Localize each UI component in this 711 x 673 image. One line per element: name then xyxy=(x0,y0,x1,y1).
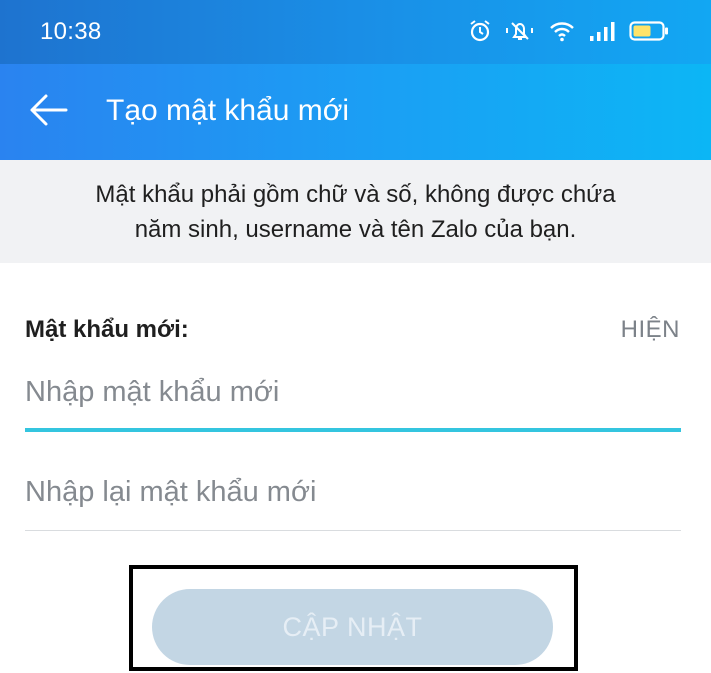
update-button[interactable]: CẬP NHẬT xyxy=(152,589,553,665)
new-password-input[interactable] xyxy=(25,370,681,414)
new-password-underline xyxy=(25,428,681,432)
battery-icon xyxy=(629,20,669,42)
status-time: 10:38 xyxy=(40,18,102,45)
confirm-password-input[interactable] xyxy=(25,470,681,514)
password-rules-banner: Mật khẩu phải gồm chữ và số, không được … xyxy=(0,160,711,263)
show-password-toggle[interactable]: HIỆN xyxy=(621,316,680,344)
app-bar: Tạo mật khẩu mới xyxy=(0,64,711,160)
password-rules-line-1: Mật khẩu phải gồm chữ và số, không được … xyxy=(95,181,616,208)
status-bar: 10:38 xyxy=(0,0,711,64)
wifi-icon xyxy=(549,20,575,42)
back-button[interactable] xyxy=(22,86,74,138)
mute-icon xyxy=(505,19,535,43)
status-icons xyxy=(469,19,669,43)
arrow-left-icon xyxy=(28,93,68,132)
alarm-icon xyxy=(469,19,491,43)
signal-icon xyxy=(589,20,615,42)
new-password-label: Mật khẩu mới: xyxy=(25,316,189,343)
page-title: Tạo mật khẩu mới xyxy=(106,94,350,127)
password-rules-line-2: năm sinh, username và tên Zalo của bạn. xyxy=(134,216,577,243)
confirm-password-underline xyxy=(25,530,681,531)
